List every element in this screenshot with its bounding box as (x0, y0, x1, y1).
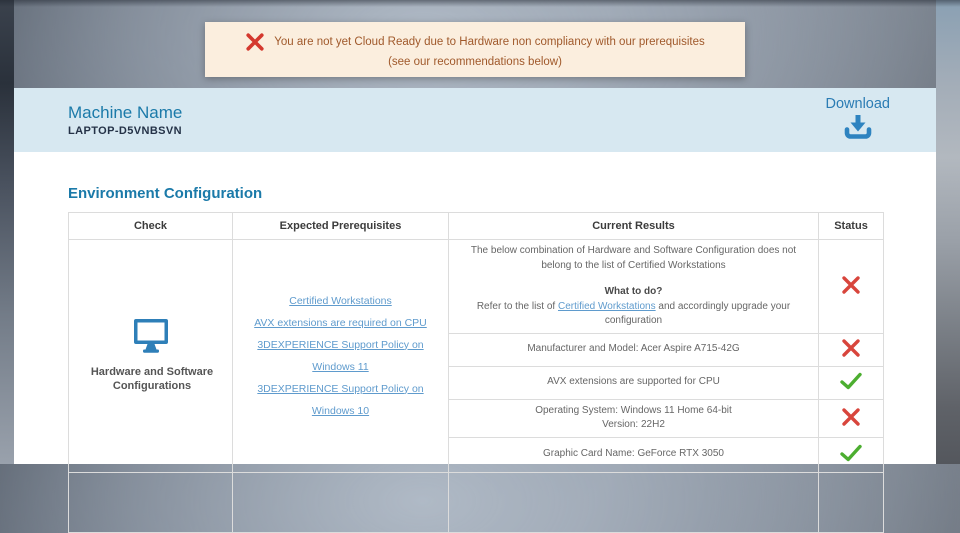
status-cell (818, 332, 884, 367)
status-cell (818, 398, 884, 438)
cloud-ready-error-banner: You are not yet Cloud Ready due to Hardw… (205, 22, 745, 77)
background-left-strip (0, 0, 14, 464)
banner-message-line1: You are not yet Cloud Ready due to Hardw… (274, 35, 705, 48)
link-support-policy-windows-11[interactable]: 3DEXPERIENCE Support Policy on Windows 1… (241, 334, 440, 378)
result-cell-certified-workstations: The below combination of Hardware and So… (448, 239, 819, 334)
status-cell (818, 365, 884, 400)
link-certified-workstations-inline[interactable]: Certified Workstations (558, 301, 656, 312)
result-cell-avx-support: AVX extensions are supported for CPU (448, 365, 819, 400)
result-text: Version: 22H2 (602, 419, 665, 430)
result-text: Manufacturer and Model: Acer Aspire A715… (527, 343, 740, 355)
section-title: Environment Configuration (68, 185, 263, 202)
link-avx-extensions-required[interactable]: AVX extensions are required on CPU (241, 312, 440, 334)
download-button[interactable]: Download (825, 96, 891, 144)
prerequisites-cell: Certified Workstations AVX extensions ar… (232, 239, 449, 473)
result-text: The below combination of Hardware and So… (470, 245, 797, 271)
column-header-expected-prerequisites: Expected Prerequisites (232, 212, 449, 240)
machine-name-label: Machine Name (68, 103, 183, 122)
download-icon (843, 113, 873, 144)
column-header-current-results: Current Results (448, 212, 819, 240)
machine-info: Machine Name LAPTOP-D5VNBSVN (68, 103, 182, 137)
pass-check-icon (840, 372, 862, 393)
result-cell-operating-system: Operating System: Windows 11 Home 64-bit… (448, 398, 819, 438)
monitor-icon (131, 318, 171, 356)
table-row: Hardware and Software Configurations Cer… (68, 239, 884, 473)
error-x-icon (245, 32, 265, 52)
empty-cell (818, 471, 884, 533)
result-cell-graphic-card: Graphic Card Name: GeForce RTX 3050 (448, 436, 819, 473)
check-group-cell: Hardware and Software Configurations (68, 239, 233, 473)
empty-cell (68, 471, 233, 533)
banner-message-line2: (see our recommendations below) (388, 55, 562, 68)
result-cell-manufacturer-model: Manufacturer and Model: Acer Aspire A715… (448, 332, 819, 367)
result-text: Graphic Card Name: GeForce RTX 3050 (542, 448, 724, 460)
result-text: AVX extensions are supported for CPU (547, 376, 720, 388)
fail-x-icon (841, 407, 861, 430)
what-to-do-label: What to do? (604, 286, 663, 297)
background-top-shade (0, 0, 960, 7)
download-label: Download (825, 96, 891, 112)
machine-header-bar: Machine Name LAPTOP-D5VNBSVN Download (14, 88, 936, 152)
link-certified-workstations[interactable]: Certified Workstations (241, 290, 440, 312)
page-card: Machine Name LAPTOP-D5VNBSVN Download En… (14, 88, 936, 533)
result-text: Operating System: Windows 11 Home 64-bit (535, 404, 732, 416)
table-row-partial (68, 471, 884, 533)
table-header-row: Check Expected Prerequisites Current Res… (68, 212, 884, 240)
empty-cell (448, 471, 819, 533)
pass-check-icon (840, 444, 862, 465)
environment-configuration-table: Check Expected Prerequisites Current Res… (68, 212, 884, 533)
machine-name-value: LAPTOP-D5VNBSVN (68, 125, 182, 137)
status-cell (818, 436, 884, 473)
refer-line: Refer to the list of Certified Workstati… (457, 300, 810, 329)
link-support-policy-windows-10[interactable]: 3DEXPERIENCE Support Policy on Windows 1… (241, 378, 440, 422)
column-header-check: Check (68, 212, 233, 240)
fail-x-icon (841, 275, 861, 298)
status-cell (818, 239, 884, 334)
check-group-label: Hardware and Software Configurations (90, 365, 214, 393)
empty-cell (232, 471, 449, 533)
column-header-status: Status (818, 212, 884, 240)
refer-prefix: Refer to the list of (476, 300, 558, 312)
background-right-strip (936, 0, 960, 464)
fail-x-icon (841, 338, 861, 361)
